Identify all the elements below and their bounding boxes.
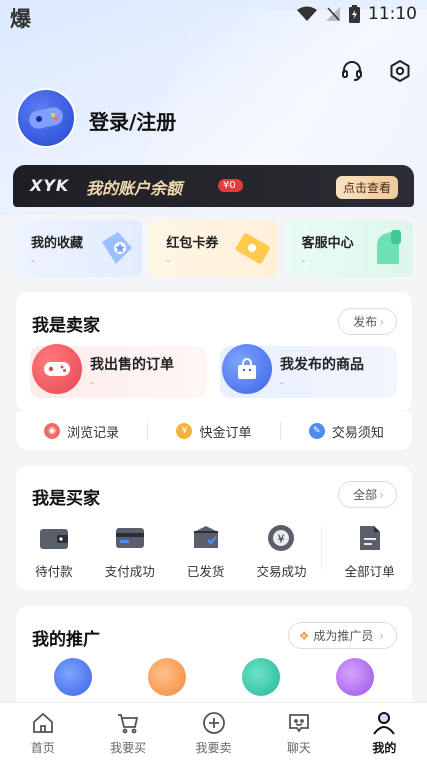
tab-sell-label: 我要卖 bbox=[195, 741, 232, 755]
quick-gold-orders-link[interactable]: ¥ 快金订单 bbox=[148, 422, 281, 441]
favorites-card[interactable]: 我的收藏 - bbox=[14, 220, 143, 277]
balance-amount-badge: ¥0 bbox=[218, 179, 243, 192]
brand-logo: XYK bbox=[30, 176, 70, 195]
header-actions bbox=[339, 58, 413, 84]
support-hand-icon bbox=[376, 230, 401, 264]
balance-title: 我的账户余额 bbox=[86, 179, 183, 198]
diamond-icon: ❖ bbox=[298, 629, 310, 643]
package-icon bbox=[193, 526, 218, 548]
become-promoter-label: 成为推广员 bbox=[313, 629, 374, 643]
chat-bubble-icon bbox=[289, 714, 309, 733]
gamepad-icon bbox=[29, 107, 63, 129]
star-tag-icon bbox=[102, 232, 133, 264]
listings-title: 我发布的商品 bbox=[280, 357, 364, 373]
cart-icon bbox=[118, 714, 139, 734]
battery-icon bbox=[349, 5, 360, 23]
tab-buy-label: 我要买 bbox=[110, 741, 147, 755]
order-divider bbox=[319, 521, 327, 580]
eye-icon: ◉ bbox=[44, 423, 61, 439]
tab-home-label: 首页 bbox=[30, 741, 55, 755]
listings-count: - bbox=[280, 378, 284, 389]
yen-coin-icon: ¥ bbox=[176, 423, 193, 439]
coupon-icon bbox=[235, 233, 270, 264]
account-balance-banner[interactable]: XYK 我的账户余额 ¥0 点击查看 bbox=[13, 165, 414, 207]
coupons-card[interactable]: 红包卡券 - bbox=[149, 220, 278, 277]
seller-section: 我是卖家 发布 我出售的订单 - 我发布的商品 - bbox=[16, 292, 412, 412]
pending-payment-item[interactable]: 待付款 bbox=[16, 521, 92, 580]
trade-success-label: 交易成功 bbox=[256, 564, 307, 579]
home-icon bbox=[32, 712, 53, 733]
payment-success-item[interactable]: 支付成功 bbox=[92, 521, 168, 580]
svg-text:¥: ¥ bbox=[278, 533, 285, 546]
tab-sell[interactable]: 我要卖 bbox=[171, 703, 256, 760]
browse-history-link[interactable]: ◉ 浏览记录 bbox=[16, 422, 149, 441]
shopping-bag-icon bbox=[222, 344, 272, 394]
user-icon bbox=[373, 712, 396, 735]
avatar[interactable] bbox=[16, 88, 76, 148]
sold-orders-count: - bbox=[90, 378, 94, 389]
promo-camera-icon[interactable] bbox=[242, 658, 280, 696]
quick-gold-orders-label: 快金订单 bbox=[199, 425, 252, 441]
customer-service-headset-icon[interactable] bbox=[339, 58, 365, 84]
pending-payment-label: 待付款 bbox=[35, 564, 73, 579]
status-bar: 爆 11:10 bbox=[0, 0, 427, 31]
no-signal-icon bbox=[326, 7, 340, 21]
become-promoter-button[interactable]: ❖ 成为推广员 bbox=[287, 622, 397, 649]
all-orders-pill-button[interactable]: 全部 bbox=[338, 481, 397, 508]
seller-sub-links: ◉ 浏览记录 ¥ 快金订单 ✎ 交易须知 bbox=[16, 412, 412, 450]
promotion-icons-row bbox=[16, 658, 412, 696]
promotion-section-title: 我的推广 bbox=[32, 625, 100, 650]
document-icon bbox=[359, 526, 380, 550]
promotion-title-text: 我的推广 bbox=[32, 630, 100, 650]
tab-chat-label: 聊天 bbox=[286, 741, 311, 755]
promo-document-icon[interactable] bbox=[148, 658, 186, 696]
card-payment-icon bbox=[115, 528, 144, 548]
payment-success-label: 支付成功 bbox=[104, 564, 155, 579]
pen-icon: ✎ bbox=[308, 423, 325, 439]
my-listings-tile[interactable]: 我发布的商品 - bbox=[220, 344, 397, 398]
tab-home[interactable]: 首页 bbox=[0, 703, 85, 760]
quick-entry-row: 我的收藏 - 红包卡券 - 客服中心 - bbox=[14, 220, 413, 277]
publish-button[interactable]: 发布 bbox=[338, 308, 397, 335]
all-orders-label: 全部订单 bbox=[344, 564, 395, 579]
plus-circle-icon bbox=[202, 712, 225, 734]
promo-users-icon[interactable] bbox=[336, 658, 374, 696]
trade-notice-label: 交易须知 bbox=[331, 425, 384, 441]
app-notification-icon: 爆 bbox=[10, 7, 31, 31]
view-balance-button[interactable]: 点击查看 bbox=[335, 176, 398, 199]
tab-buy[interactable]: 我要买 bbox=[85, 703, 170, 760]
status-time: 11:10 bbox=[368, 4, 417, 24]
promotion-section: 我的推广 ❖ 成为推广员 bbox=[16, 606, 412, 716]
tab-chat[interactable]: 聊天 bbox=[256, 703, 341, 760]
yen-circle-icon: ¥ bbox=[268, 525, 295, 551]
login-register-link[interactable]: 登录/注册 bbox=[89, 106, 176, 135]
tab-mine-label: 我的 bbox=[372, 741, 397, 755]
promo-game-icon[interactable] bbox=[54, 658, 92, 696]
seller-section-title: 我是卖家 bbox=[32, 311, 100, 336]
trade-notice-link[interactable]: ✎ 交易须知 bbox=[281, 422, 412, 441]
buyer-section: 我是买家 全部 待付款 支付成功 已发货 ¥ 交易成功 全部订单 bbox=[16, 466, 412, 590]
buyer-orders-row: 待付款 支付成功 已发货 ¥ 交易成功 全部订单 bbox=[16, 521, 412, 580]
buyer-section-title: 我是买家 bbox=[32, 484, 100, 509]
browse-history-label: 浏览记录 bbox=[67, 425, 120, 441]
tab-mine[interactable]: 我的 bbox=[342, 703, 427, 760]
sold-orders-title: 我出售的订单 bbox=[90, 357, 174, 373]
support-center-card[interactable]: 客服中心 - bbox=[284, 220, 413, 277]
seller-orders-gamepad-icon bbox=[32, 344, 82, 394]
bottom-tab-bar: 首页 我要买 我要卖 聊天 我的 bbox=[0, 702, 427, 760]
all-orders-item[interactable]: 全部订单 bbox=[327, 521, 412, 580]
shipped-item[interactable]: 已发货 bbox=[168, 521, 244, 580]
seller-title-text: 我是卖家 bbox=[32, 316, 100, 336]
settings-gear-icon[interactable] bbox=[387, 58, 413, 84]
wallet-icon bbox=[39, 529, 68, 549]
my-sold-orders-tile[interactable]: 我出售的订单 - bbox=[30, 344, 207, 398]
trade-success-item[interactable]: ¥ 交易成功 bbox=[244, 521, 320, 580]
wifi-icon bbox=[297, 6, 317, 21]
shipped-label: 已发货 bbox=[186, 564, 225, 579]
buyer-title-text: 我是买家 bbox=[32, 489, 100, 509]
